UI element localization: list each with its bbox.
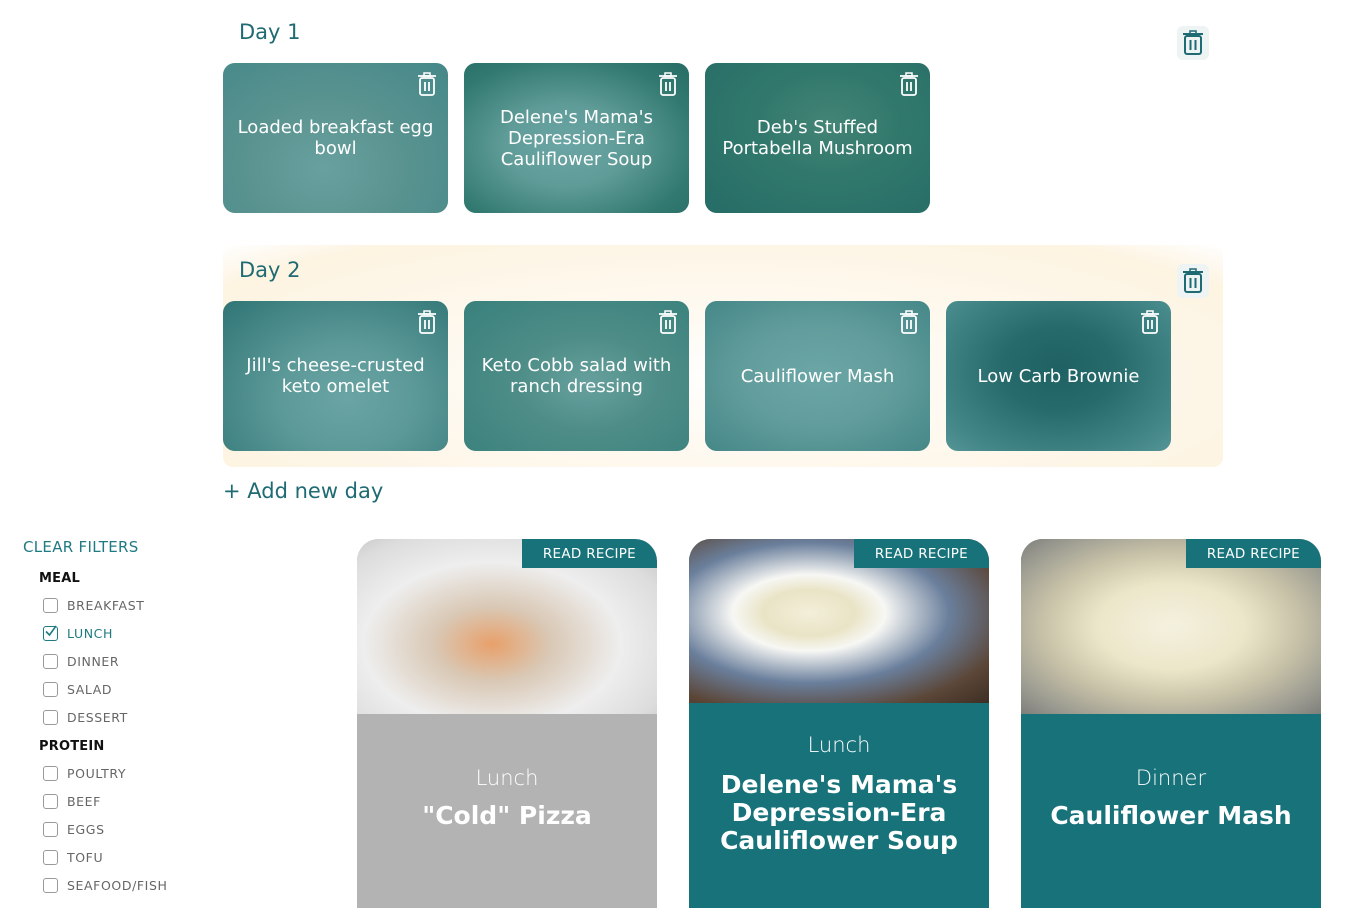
filter-option-seafood-fish[interactable]: SEAFOOD/FISH xyxy=(43,871,223,899)
filter-option-beef[interactable]: BEEF xyxy=(43,787,223,815)
checkbox[interactable] xyxy=(43,709,58,725)
day-title: Day 2 xyxy=(239,258,301,282)
read-recipe-button[interactable]: READ RECIPE xyxy=(853,539,989,568)
remove-meal-icon[interactable] xyxy=(1139,309,1161,335)
delete-day-button[interactable] xyxy=(1177,26,1209,60)
remove-meal-icon[interactable] xyxy=(657,309,679,335)
delete-day-button[interactable] xyxy=(1177,264,1209,298)
meal-card[interactable]: Deb's Stuffed Portabella Mushroom xyxy=(705,63,930,213)
checkbox[interactable] xyxy=(43,653,58,669)
checkbox[interactable] xyxy=(43,849,58,865)
filter-option-eggs[interactable]: EGGS xyxy=(43,815,223,843)
recipe-title: "Cold" Pizza xyxy=(422,801,592,830)
day-2-section: Day 2 Jill's cheese-crusted keto omelet … xyxy=(223,245,1223,467)
check-icon xyxy=(45,625,57,636)
filter-group-title: MEAL xyxy=(39,571,80,586)
filter-option-salad[interactable]: SALAD xyxy=(43,675,223,703)
clear-filters-link[interactable]: CLEAR FILTERS xyxy=(23,538,139,556)
filter-option-dinner[interactable]: DINNER xyxy=(43,647,223,675)
recipe-meal-type: Dinner xyxy=(1135,766,1207,790)
trash-icon xyxy=(1183,30,1203,55)
filter-option-poultry[interactable]: POULTRY xyxy=(43,759,223,787)
recipe-meal-type: Lunch xyxy=(475,766,539,790)
meal-card[interactable]: Loaded breakfast egg bowl xyxy=(223,63,448,213)
checkbox[interactable] xyxy=(43,765,58,781)
checkbox[interactable] xyxy=(43,877,58,893)
remove-meal-icon[interactable] xyxy=(657,71,679,97)
read-recipe-button[interactable]: READ RECIPE xyxy=(1185,539,1321,568)
checkbox[interactable] xyxy=(43,821,58,837)
remove-meal-icon[interactable] xyxy=(416,71,438,97)
filter-option-tofu[interactable]: TOFU xyxy=(43,843,223,871)
add-new-day-button[interactable]: + Add new day xyxy=(223,479,383,503)
meal-card-title: Loaded breakfast egg bowl xyxy=(237,117,434,159)
remove-meal-icon[interactable] xyxy=(898,71,920,97)
meal-card[interactable]: Keto Cobb salad with ranch dressing xyxy=(464,301,689,451)
filter-sidebar: CLEAR FILTERS MEAL BREAKFAST LUNCH DINNE… xyxy=(23,537,223,899)
checkbox[interactable] xyxy=(43,597,58,613)
meal-card-title: Keto Cobb salad with ranch dressing xyxy=(481,355,672,397)
day-1-section: Day 1 Loaded breakfast egg bowl Delene's… xyxy=(223,14,1223,219)
meal-card[interactable]: Jill's cheese-crusted keto omelet xyxy=(223,301,448,451)
filter-option-lunch[interactable]: LUNCH xyxy=(43,619,223,647)
meal-card-title: Delene's Mama's Depression-Era Cauliflow… xyxy=(500,106,653,170)
meal-card-title: Cauliflower Mash xyxy=(740,365,895,387)
filter-option-breakfast[interactable]: BREAKFAST xyxy=(43,591,223,619)
recipe-title: Cauliflower Mash xyxy=(1050,801,1292,830)
recipe-title: Delene's Mama's Depression-Era Cauliflow… xyxy=(720,770,958,855)
remove-meal-icon[interactable] xyxy=(898,309,920,335)
trash-icon xyxy=(1183,268,1203,293)
meal-card-title: Deb's Stuffed Portabella Mushroom xyxy=(722,117,913,159)
remove-meal-icon[interactable] xyxy=(416,309,438,335)
filter-option-dessert[interactable]: DESSERT xyxy=(43,703,223,731)
meal-card[interactable]: Cauliflower Mash xyxy=(705,301,930,451)
recipe-meal-type: Lunch xyxy=(807,733,871,757)
recipe-card[interactable]: Lunch Delene's Mama's Depression-Era Cau… xyxy=(689,539,989,908)
read-recipe-button[interactable]: READ RECIPE xyxy=(521,539,657,568)
day-title: Day 1 xyxy=(239,20,301,44)
checkbox[interactable] xyxy=(43,681,58,697)
checkbox-checked[interactable] xyxy=(43,625,58,641)
recipe-card[interactable]: Lunch "Cold" Pizza READ RECIPE xyxy=(357,539,657,908)
checkbox[interactable] xyxy=(43,793,58,809)
meal-card[interactable]: Low Carb Brownie xyxy=(946,301,1171,451)
meal-card-title: Low Carb Brownie xyxy=(977,365,1140,387)
meal-card[interactable]: Delene's Mama's Depression-Era Cauliflow… xyxy=(464,63,689,213)
meal-card-title: Jill's cheese-crusted keto omelet xyxy=(246,355,425,397)
filter-group-title: PROTEIN xyxy=(39,739,105,754)
recipe-card[interactable]: Dinner Cauliflower Mash READ RECIPE xyxy=(1021,539,1321,908)
